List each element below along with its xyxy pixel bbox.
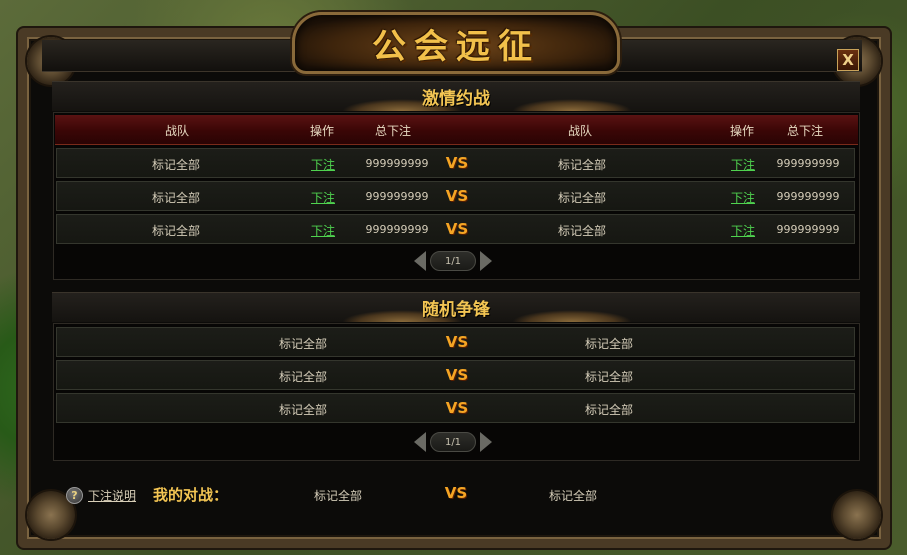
col-total-right: 总下注 — [786, 124, 824, 138]
section-title-random: 随机争锋 — [422, 300, 490, 320]
col-team-left: 战队 — [164, 124, 190, 138]
close-button[interactable]: X — [837, 49, 859, 71]
col-total-left: 总下注 — [374, 124, 412, 138]
left-team: 标记全部 — [151, 224, 201, 238]
left-team: 标记全部 — [278, 403, 328, 417]
left-total: 999999999 — [365, 190, 429, 203]
random-row: 标记全部 VS 标记全部 — [56, 327, 855, 357]
my-right-team: 标记全部 — [548, 489, 598, 503]
vs-label: VS — [445, 187, 469, 205]
left-total: 999999999 — [365, 223, 429, 236]
header-ornament — [512, 310, 632, 322]
bet-help-link[interactable]: 下注说明 — [88, 487, 136, 504]
question-icon[interactable]: ? — [66, 487, 83, 504]
random-row: 标记全部 VS 标记全部 — [56, 393, 855, 423]
arrow-left-icon[interactable] — [414, 251, 426, 271]
page-indicator: 1/1 — [430, 432, 476, 452]
challenge-row: 标记全部 下注 999999999 VS 标记全部 下注 999999999 — [56, 181, 855, 211]
right-total: 999999999 — [776, 190, 840, 203]
right-team: 标记全部 — [584, 370, 634, 384]
header-ornament — [512, 99, 632, 111]
page-indicator: 1/1 — [430, 251, 476, 271]
bet-link[interactable]: 下注 — [311, 222, 335, 239]
right-team: 标记全部 — [584, 403, 634, 417]
arrow-left-icon[interactable] — [414, 432, 426, 452]
left-team: 标记全部 — [278, 337, 328, 351]
bet-link[interactable]: 下注 — [311, 189, 335, 206]
right-team: 标记全部 — [584, 337, 634, 351]
window-title: 公会远征 — [372, 26, 540, 67]
right-team: 标记全部 — [557, 191, 607, 205]
col-action-right: 操作 — [729, 124, 755, 138]
challenge-pager: 1/1 — [414, 250, 492, 272]
my-battle-label: 我的对战： — [153, 486, 229, 504]
random-pager: 1/1 — [414, 431, 492, 453]
bet-link[interactable]: 下注 — [731, 222, 755, 239]
left-team: 标记全部 — [278, 370, 328, 384]
my-left-team: 标记全部 — [313, 489, 363, 503]
vs-label: VS — [445, 154, 469, 172]
bet-link[interactable]: 下注 — [731, 189, 755, 206]
bet-link[interactable]: 下注 — [731, 156, 755, 173]
right-team: 标记全部 — [557, 158, 607, 172]
vs-label: VS — [445, 366, 469, 384]
challenge-column-header: 战队 操作 总下注 战队 操作 总下注 — [55, 115, 858, 145]
close-icon: X — [842, 51, 854, 69]
my-battle-footer: ? 下注说明 我的对战： 标记全部 VS 标记全部 — [55, 476, 855, 512]
random-row: 标记全部 VS 标记全部 — [56, 360, 855, 390]
bet-link[interactable]: 下注 — [311, 156, 335, 173]
right-total: 999999999 — [776, 223, 840, 236]
section-title-challenge: 激情约战 — [422, 89, 490, 109]
right-total: 999999999 — [776, 157, 840, 170]
challenge-row: 标记全部 下注 999999999 VS 标记全部 下注 999999999 — [56, 148, 855, 178]
vs-label: VS — [445, 333, 469, 351]
col-team-right: 战队 — [567, 124, 593, 138]
section-header-random: 随机争锋 — [52, 292, 860, 322]
right-team: 标记全部 — [557, 224, 607, 238]
section-header-challenge: 激情约战 — [52, 81, 860, 111]
title-plaque: 公会远征 — [292, 12, 620, 74]
left-total: 999999999 — [365, 157, 429, 170]
arrow-right-icon[interactable] — [480, 432, 492, 452]
left-team: 标记全部 — [151, 158, 201, 172]
left-team: 标记全部 — [151, 191, 201, 205]
arrow-right-icon[interactable] — [480, 251, 492, 271]
challenge-row: 标记全部 下注 999999999 VS 标记全部 下注 999999999 — [56, 214, 855, 244]
vs-label: VS — [445, 220, 469, 238]
vs-label: VS — [445, 399, 469, 417]
col-action-left: 操作 — [309, 124, 335, 138]
vs-label: VS — [444, 484, 468, 502]
